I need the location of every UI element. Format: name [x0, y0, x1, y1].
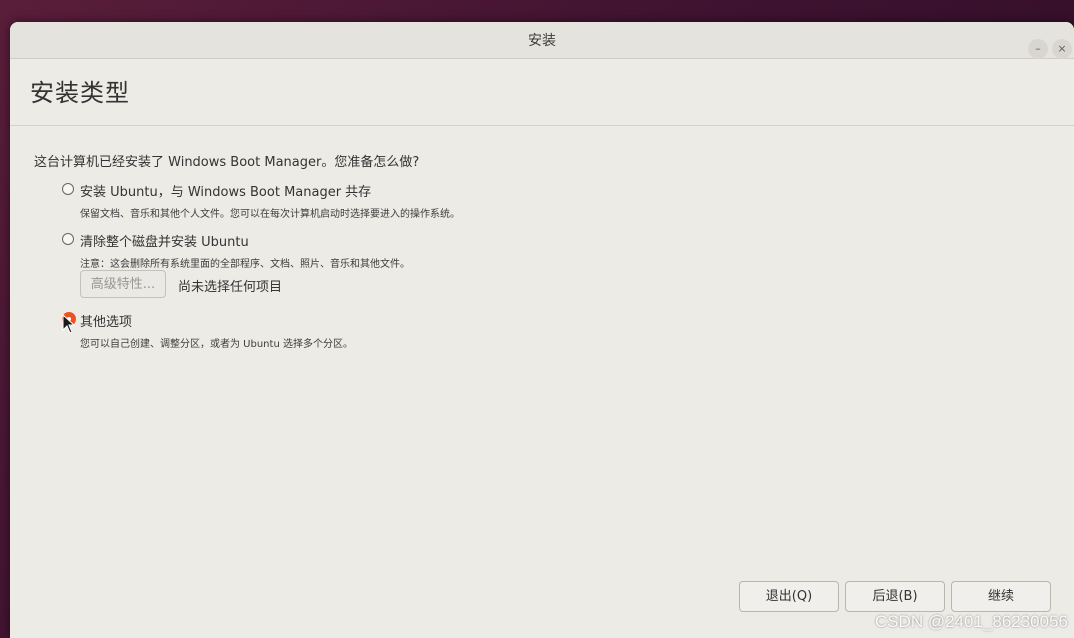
- quit-button[interactable]: 退出(Q): [739, 581, 839, 612]
- window-title: 安装: [528, 33, 556, 49]
- advanced-features-button[interactable]: 高级特性...: [80, 270, 166, 298]
- mouse-pointer-icon: [62, 314, 76, 334]
- option-install-alongside-label[interactable]: 安装 Ubuntu，与 Windows Boot Manager 共存: [80, 181, 371, 200]
- option-erase-disk-label[interactable]: 清除整个磁盘并安装 Ubuntu: [80, 231, 249, 250]
- close-button[interactable]: ×: [1052, 39, 1072, 59]
- installer-window: 安装 – × 安装类型 这台计算机已经安装了 Windows Boot Mana…: [10, 22, 1074, 638]
- option-something-else-label[interactable]: 其他选项: [80, 311, 132, 330]
- option-erase-disk-description: 注意：这会删除所有系统里面的全部程序、文档、照片、音乐和其他文件。: [80, 259, 410, 270]
- minimize-button[interactable]: –: [1028, 39, 1048, 59]
- option-install-alongside-description: 保留文档、音乐和其他个人文件。您可以在每次计算机启动时选择要进入的操作系统。: [80, 209, 460, 220]
- advanced-features-status: 尚未选择任何项目: [178, 280, 283, 295]
- radio-install-alongside[interactable]: [62, 183, 74, 195]
- page-header: 安装类型: [10, 59, 1074, 126]
- page-title: 安装类型: [30, 79, 130, 107]
- title-bar[interactable]: 安装 – ×: [10, 22, 1074, 59]
- install-question: 这台计算机已经安装了 Windows Boot Manager。您准备怎么做?: [34, 155, 420, 170]
- radio-erase-disk[interactable]: [62, 233, 74, 245]
- continue-button[interactable]: 继续: [951, 581, 1051, 612]
- option-something-else-description: 您可以自己创建、调整分区，或者为 Ubuntu 选择多个分区。: [80, 339, 353, 350]
- back-button[interactable]: 后退(B): [845, 581, 945, 612]
- watermark: CSDN @2401_86230056: [874, 612, 1068, 631]
